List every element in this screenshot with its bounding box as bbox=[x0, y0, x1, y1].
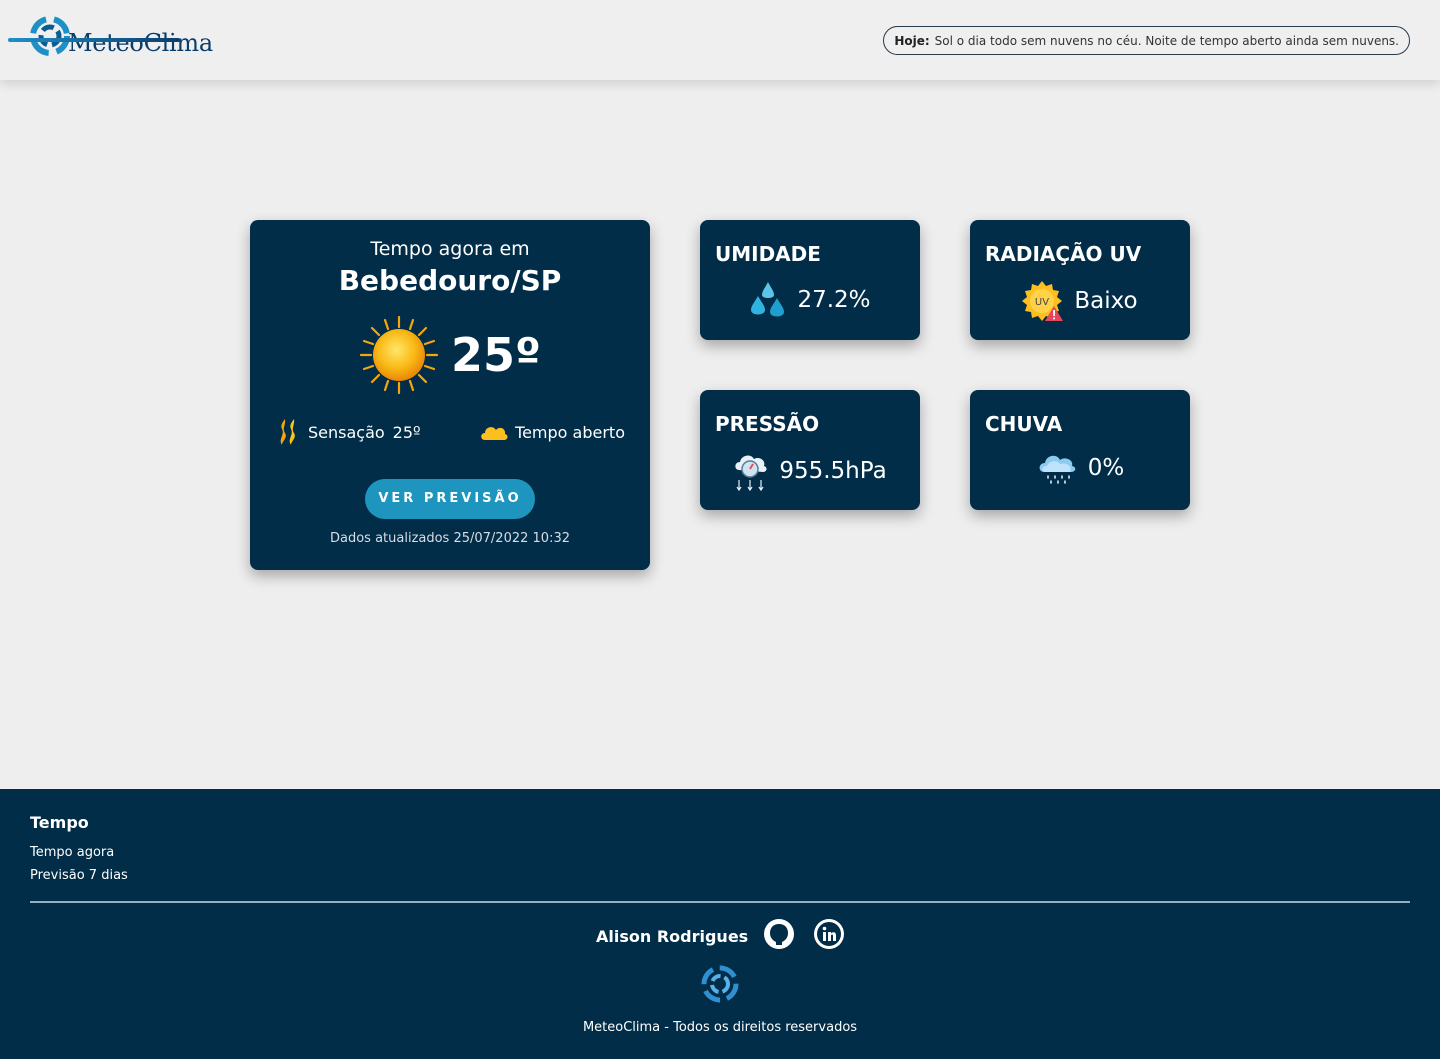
humidity-card: UMIDADE 27.2% bbox=[700, 220, 920, 340]
humidity-value: 27.2% bbox=[797, 287, 871, 313]
footer-logo-icon bbox=[701, 965, 739, 1003]
today-summary: Hoje: Sol o dia todo sem nuvens no céu. … bbox=[883, 26, 1410, 55]
footer-divider bbox=[30, 901, 1410, 903]
rain-value-row: 0% bbox=[970, 450, 1190, 486]
cloud-icon bbox=[481, 427, 508, 440]
github-icon[interactable] bbox=[763, 918, 795, 950]
uv-badge-text: UV bbox=[1035, 297, 1049, 308]
today-text: Sol o dia todo sem nuvens no céu. Noite … bbox=[934, 33, 1399, 48]
footer-section-title: Tempo bbox=[30, 813, 89, 832]
rain-value: 0% bbox=[1087, 455, 1125, 481]
humidity-value-row: 27.2% bbox=[700, 280, 920, 320]
uv-card: RADIAÇÃO UV UV Baixo bbox=[970, 220, 1190, 340]
barometer-icon bbox=[735, 455, 767, 492]
rain-title: CHUVA bbox=[985, 412, 1063, 436]
water-drops-icon bbox=[751, 282, 785, 317]
condition: Tempo aberto bbox=[479, 422, 625, 442]
feels-label: Sensação bbox=[308, 422, 385, 442]
uv-badge-icon: UV bbox=[1022, 281, 1064, 321]
sun-icon bbox=[359, 315, 439, 395]
rain-card: CHUVA 0% bbox=[970, 390, 1190, 510]
logo-text: MeteoClima bbox=[68, 29, 213, 57]
footer-link-forecast[interactable]: Previsão 7 dias bbox=[30, 868, 128, 883]
feels-value: 25º bbox=[392, 422, 421, 442]
footer-copyright: MeteoClima - Todos os direitos reservado… bbox=[582, 1020, 858, 1035]
info-row: Sensação 25º Tempo aberto bbox=[250, 417, 650, 447]
pressure-value-row: 955.5hPa bbox=[700, 450, 920, 492]
today-label: Hoje: bbox=[894, 33, 930, 48]
forecast-button[interactable]: VER PREVISÃO bbox=[365, 479, 535, 519]
logo-swirl-icon bbox=[30, 16, 70, 56]
current-subtitle: Tempo agora em bbox=[370, 238, 530, 260]
footer-link-now[interactable]: Tempo agora bbox=[30, 845, 114, 860]
footer: Tempo Tempo agora Previsão 7 dias Alison… bbox=[0, 789, 1440, 1059]
uv-title: RADIAÇÃO UV bbox=[985, 242, 1142, 266]
rain-cloud-icon bbox=[1039, 455, 1076, 484]
footer-author: Alison Rodrigues bbox=[596, 927, 749, 946]
temperature-row: 25º bbox=[250, 315, 650, 395]
logo-underline bbox=[8, 38, 180, 42]
pressure-title: PRESSÃO bbox=[715, 412, 820, 436]
updated-time: Dados atualizados 25/07/2022 10:32 bbox=[329, 531, 570, 546]
logo[interactable]: MeteoClima bbox=[28, 14, 213, 58]
feels-like: Sensação 25º bbox=[276, 417, 421, 447]
city-name: Bebedouro/SP bbox=[338, 264, 562, 297]
heat-icon bbox=[280, 419, 295, 445]
current-weather-card: Tempo agora em Bebedouro/SP 25º Sensação… bbox=[250, 220, 650, 570]
humidity-title: UMIDADE bbox=[715, 242, 821, 266]
pressure-value: 955.5hPa bbox=[779, 458, 887, 484]
condition-text: Tempo aberto bbox=[515, 422, 625, 442]
header: MeteoClima Hoje: Sol o dia todo sem nuve… bbox=[0, 0, 1440, 80]
linkedin-icon[interactable] bbox=[813, 918, 845, 950]
current-temperature: 25º bbox=[451, 328, 541, 382]
uv-value-row: UV Baixo bbox=[970, 280, 1190, 322]
pressure-card: PRESSÃO 955.5hPa bbox=[700, 390, 920, 510]
uv-value: Baixo bbox=[1074, 288, 1138, 314]
